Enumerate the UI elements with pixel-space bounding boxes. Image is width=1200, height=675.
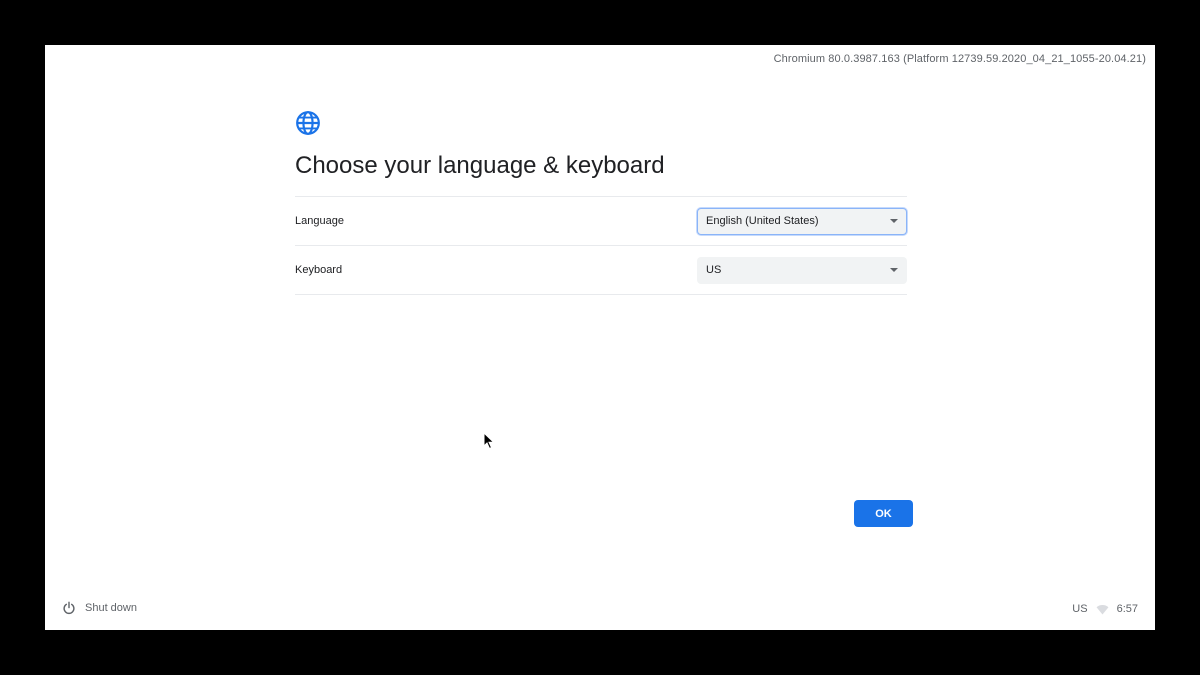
- status-tray[interactable]: US 6:57: [1072, 603, 1138, 615]
- chevron-down-icon: [890, 219, 898, 223]
- keyboard-row: Keyboard US: [295, 246, 907, 295]
- wifi-icon: [1096, 604, 1109, 615]
- language-row: Language English (United States): [295, 197, 907, 246]
- keyboard-label: Keyboard: [295, 264, 343, 276]
- chevron-down-icon: [890, 268, 898, 272]
- language-label: Language: [295, 215, 344, 227]
- keyboard-value: US: [706, 264, 722, 276]
- mouse-cursor-icon: [483, 432, 495, 450]
- ok-button[interactable]: OK: [854, 500, 913, 527]
- keyboard-dropdown[interactable]: US: [697, 256, 907, 284]
- shutdown-button[interactable]: Shut down: [62, 601, 137, 615]
- shutdown-label: Shut down: [85, 602, 137, 614]
- ime-indicator: US: [1072, 603, 1088, 615]
- version-label: Chromium 80.0.3987.163 (Platform 12739.5…: [773, 53, 1146, 65]
- page-title: Choose your language & keyboard: [295, 152, 665, 179]
- oobe-screen: Chromium 80.0.3987.163 (Platform 12739.5…: [45, 45, 1155, 630]
- language-dropdown[interactable]: English (United States): [697, 207, 907, 235]
- settings-list: Language English (United States) Keyboar…: [295, 196, 907, 295]
- language-selection-panel: Choose your language & keyboard Language…: [295, 110, 907, 295]
- globe-icon: [296, 111, 320, 135]
- power-icon: [63, 601, 75, 615]
- language-value: English (United States): [706, 215, 819, 227]
- clock: 6:57: [1116, 603, 1138, 615]
